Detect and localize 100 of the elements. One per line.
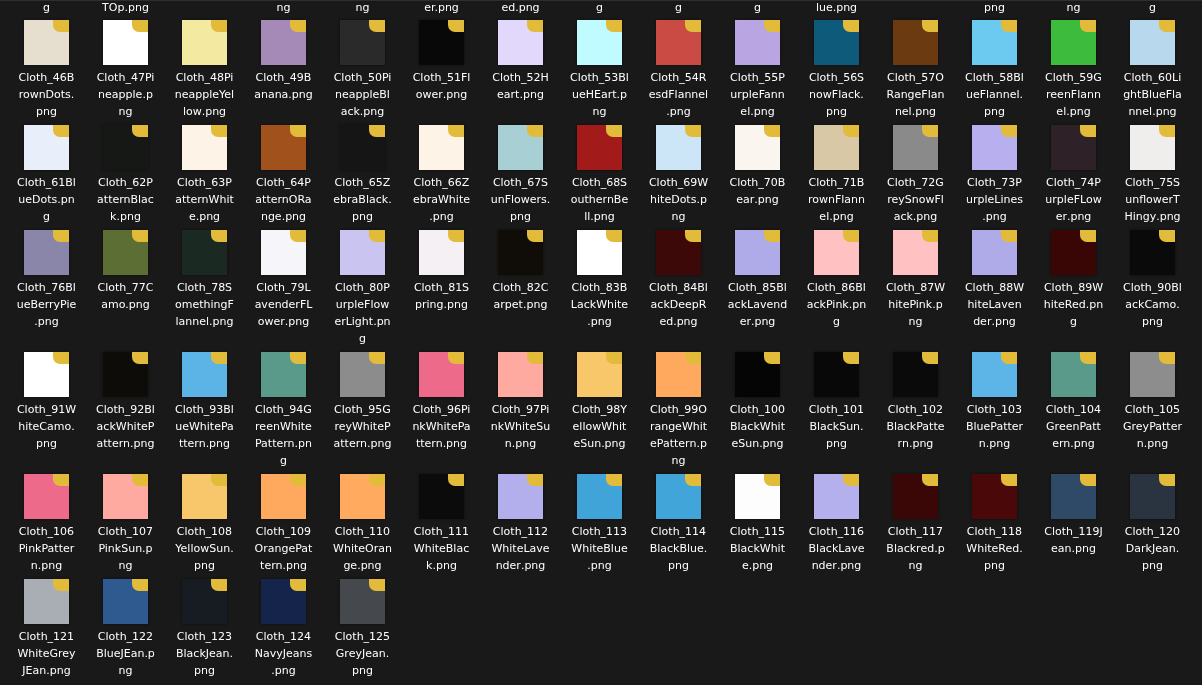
file-name[interactable]: er.png [424,1,459,15]
file-name[interactable]: Cloth_51Flower.png [411,69,472,103]
texture-thumbnail[interactable] [498,230,543,275]
file-name[interactable]: Cloth_125GreyJean.png [332,628,393,679]
file-name[interactable]: Cloth_84BlackDeepRed.png [648,279,709,330]
file-name[interactable]: Cloth_110WhiteOrange.png [332,523,393,574]
file-name[interactable]: Cloth_93BlueWhitePattern.png [174,401,235,452]
file-name[interactable]: Cloth_112WhiteLavender.png [490,523,551,574]
file-name[interactable]: Cloth_117Blackred.png [885,523,946,574]
file-name[interactable]: ng [276,1,291,15]
file-name[interactable]: Cloth_114BlackBlue.png [648,523,709,574]
file-name[interactable]: Cloth_48PineappleYellow.png [174,69,235,120]
texture-thumbnail[interactable] [261,20,306,65]
file-name[interactable]: Cloth_74PurpleFLower.png [1043,174,1104,225]
texture-thumbnail[interactable] [656,125,701,170]
file-name[interactable]: Cloth_100BlackWhiteSun.png [727,401,788,452]
file-name[interactable]: Cloth_72GreySnowFlack.png [885,174,946,225]
file-name[interactable]: Cloth_56SnowFlack.png [806,69,867,120]
texture-thumbnail[interactable] [24,125,69,170]
file-name[interactable]: Cloth_91WhiteCamo.png [16,401,77,452]
texture-thumbnail[interactable] [24,352,69,397]
texture-thumbnail[interactable] [182,352,227,397]
file-name[interactable]: Cloth_67SunFlowers.png [490,174,551,225]
file-name[interactable]: Cloth_96PinkWhitePattern.png [411,401,472,452]
file-name[interactable]: Cloth_57ORangeFlannel.png [885,69,946,120]
texture-thumbnail[interactable] [24,579,69,624]
file-name[interactable]: ed.png [501,1,540,15]
file-name[interactable]: Cloth_82Carpet.png [490,279,551,313]
texture-thumbnail[interactable] [103,579,148,624]
file-name[interactable]: Cloth_66ZebraWhite.png [411,174,472,225]
file-name[interactable]: Cloth_102BlackPattern.png [885,401,946,452]
texture-thumbnail[interactable] [656,474,701,519]
file-name[interactable]: Cloth_53BlueHEart.png [569,69,630,120]
texture-thumbnail[interactable] [735,20,780,65]
texture-thumbnail[interactable] [182,230,227,275]
texture-thumbnail[interactable] [972,125,1017,170]
file-name[interactable]: ng [355,1,370,15]
file-name[interactable]: Cloth_88WhiteLavender.png [964,279,1025,330]
texture-thumbnail[interactable] [893,352,938,397]
file-name[interactable]: Cloth_92BlackWhitePattern.png [95,401,156,452]
file-name[interactable]: Cloth_85BlackLavender.png [727,279,788,330]
texture-thumbnail[interactable] [24,230,69,275]
file-name[interactable]: Cloth_79LavenderFLower.png [253,279,314,330]
texture-thumbnail[interactable] [182,125,227,170]
file-name[interactable]: Cloth_99OrangeWhitePattern.png [648,401,709,469]
texture-thumbnail[interactable] [735,352,780,397]
file-name[interactable]: Cloth_95GreyWhitePattern.png [332,401,393,452]
file-name[interactable]: Cloth_76BlueBerryPie.png [16,279,77,330]
file-name[interactable]: Cloth_59GreenFlannel.png [1043,69,1104,120]
texture-thumbnail[interactable] [1130,352,1175,397]
file-name[interactable]: Cloth_124NavyJeans.png [253,628,314,679]
texture-thumbnail[interactable] [1051,474,1096,519]
file-name[interactable]: Cloth_68SouthernBell.png [569,174,630,225]
texture-thumbnail[interactable] [656,20,701,65]
file-name[interactable]: Cloth_58BlueFlannel.png [964,69,1025,120]
file-name[interactable]: Cloth_83BLackWhite.png [569,279,630,330]
file-name[interactable]: Cloth_116BlackLavender.png [806,523,867,574]
texture-thumbnail[interactable] [103,125,148,170]
texture-thumbnail[interactable] [261,230,306,275]
texture-thumbnail[interactable] [340,230,385,275]
file-name[interactable]: Cloth_111WhiteBlack.png [411,523,472,574]
texture-thumbnail[interactable] [261,125,306,170]
texture-thumbnail[interactable] [1130,230,1175,275]
file-name[interactable]: Cloth_60LightBlueFlannel.png [1122,69,1183,120]
texture-thumbnail[interactable] [735,230,780,275]
file-name[interactable]: Cloth_103BluePattern.png [964,401,1025,452]
file-name[interactable]: Cloth_89WhiteRed.png [1043,279,1104,330]
texture-thumbnail[interactable] [103,352,148,397]
texture-thumbnail[interactable] [814,20,859,65]
texture-thumbnail[interactable] [419,20,464,65]
texture-thumbnail[interactable] [24,20,69,65]
texture-thumbnail[interactable] [419,474,464,519]
texture-thumbnail[interactable] [261,352,306,397]
texture-thumbnail[interactable] [893,125,938,170]
file-name[interactable]: Cloth_107PinkSun.png [95,523,156,574]
texture-thumbnail[interactable] [261,474,306,519]
file-name[interactable]: Cloth_81Spring.png [411,279,472,313]
file-name[interactable]: Cloth_101BlackSun.png [806,401,867,452]
texture-thumbnail[interactable] [577,352,622,397]
texture-thumbnail[interactable] [261,579,306,624]
texture-thumbnail[interactable] [814,230,859,275]
texture-thumbnail[interactable] [182,474,227,519]
texture-thumbnail[interactable] [814,125,859,170]
texture-thumbnail[interactable] [498,352,543,397]
texture-thumbnail[interactable] [24,474,69,519]
file-name[interactable]: Cloth_65ZebraBlack.png [332,174,393,225]
texture-thumbnail[interactable] [735,125,780,170]
texture-thumbnail[interactable] [182,579,227,624]
file-name[interactable]: g [675,1,682,15]
file-name[interactable]: Cloth_108YellowSun.png [174,523,235,574]
texture-thumbnail[interactable] [103,474,148,519]
texture-thumbnail[interactable] [1051,125,1096,170]
file-name[interactable]: Cloth_118WhiteRed.png [964,523,1025,574]
file-name[interactable]: Cloth_47Pineapple.png [95,69,156,120]
file-name[interactable]: Cloth_50PineappleBlack.png [332,69,393,120]
texture-thumbnail[interactable] [577,125,622,170]
texture-thumbnail[interactable] [814,474,859,519]
texture-thumbnail[interactable] [735,474,780,519]
file-name[interactable]: Cloth_54ResdFlannel.png [648,69,709,120]
file-name[interactable]: Cloth_73PurpleLines.png [964,174,1025,225]
